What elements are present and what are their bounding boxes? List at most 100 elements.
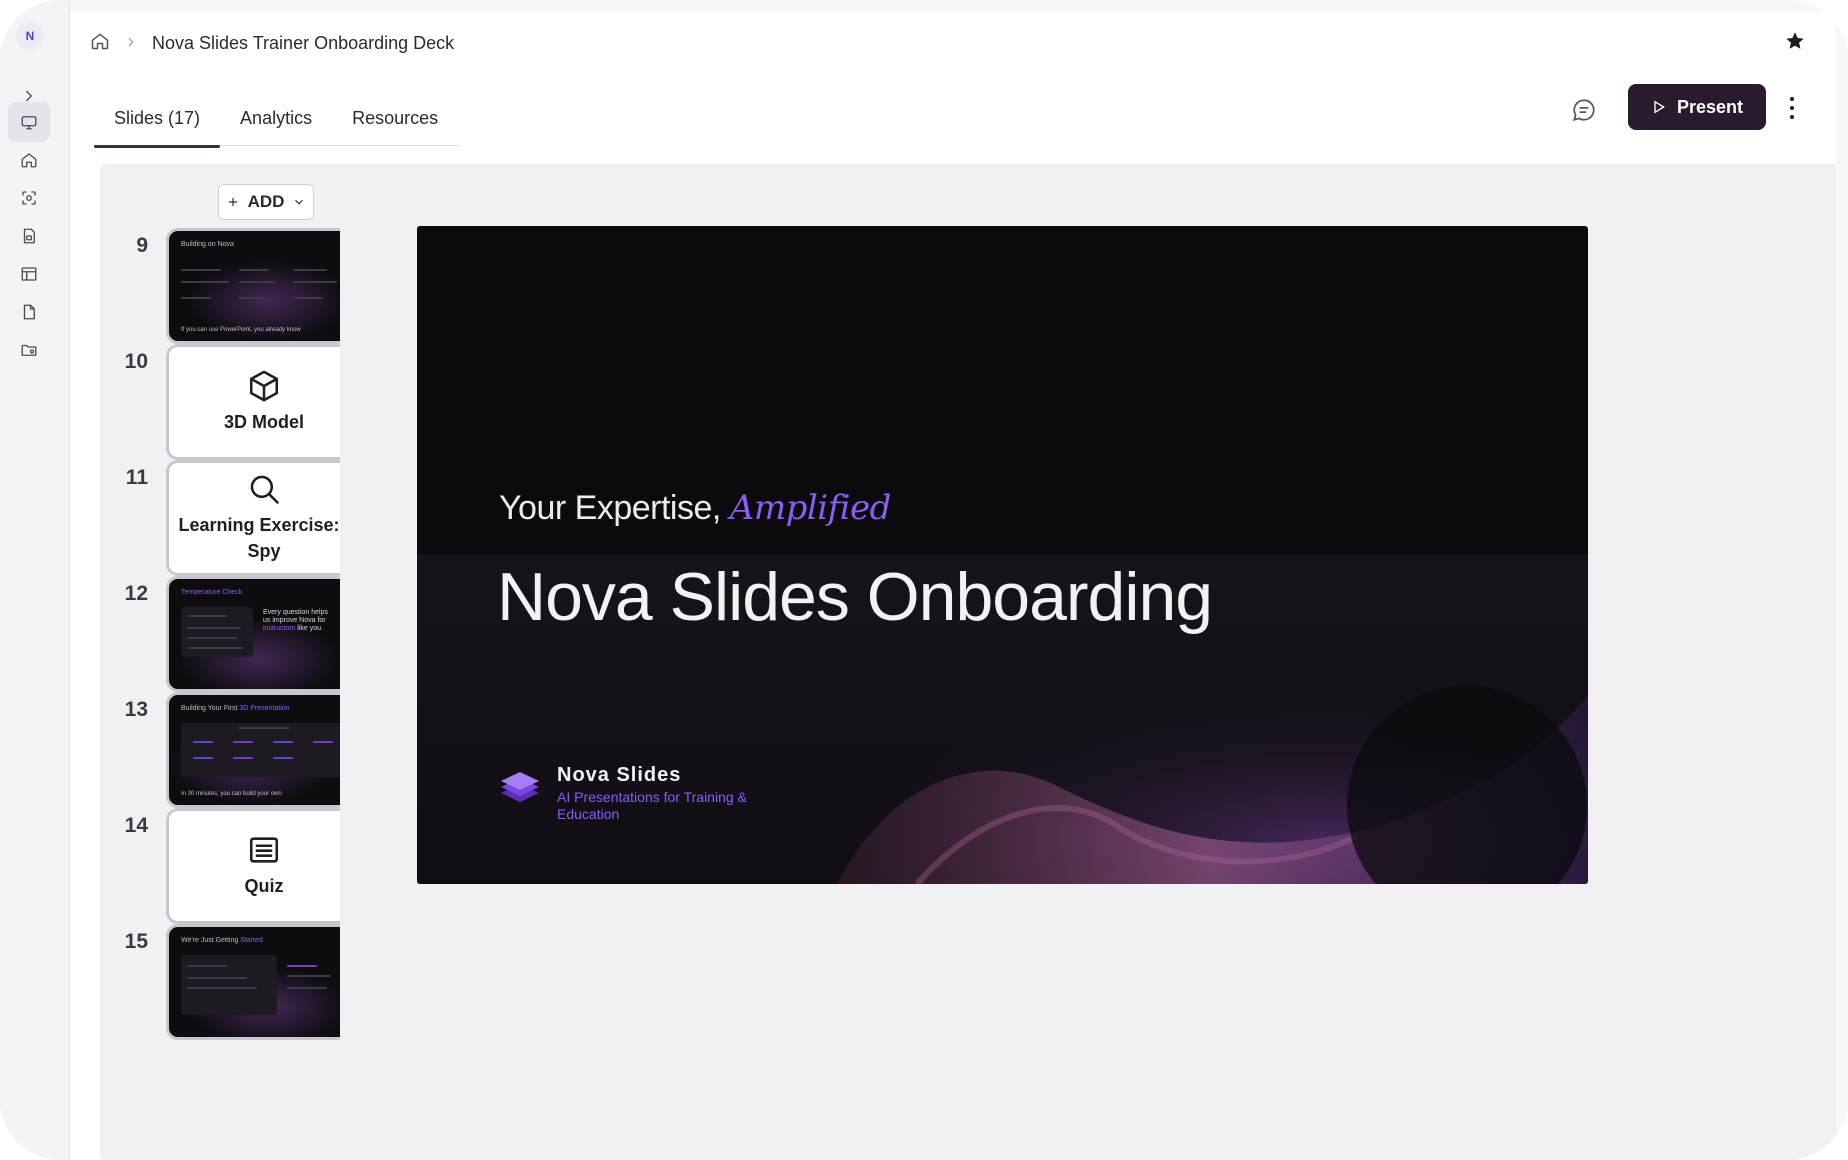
- slide-thumbnail[interactable]: Temperature Check Every question helps u…: [166, 576, 340, 692]
- slide-thumbnail-row: 12 Temperature Check Every question help…: [100, 576, 340, 694]
- thumbnail-line: [193, 741, 213, 743]
- tab-slides[interactable]: Slides (17): [94, 90, 221, 148]
- rail-item-folder-settings[interactable]: [8, 330, 50, 370]
- thumbnail-title-text: We're Just Getting: [181, 937, 239, 944]
- thumbnail-line: [273, 757, 293, 759]
- thumbnail-line: [233, 741, 253, 743]
- thumbnail-line: [239, 727, 289, 729]
- rail-item-slides[interactable]: [8, 102, 50, 142]
- plus-icon: [228, 197, 237, 207]
- thumbnail-label: 3D Model: [223, 411, 304, 432]
- slide-number: 10: [124, 350, 148, 373]
- dot: [1790, 106, 1794, 110]
- slide-thumbnail-row: 11 Learning Exercise: I Spy: [100, 460, 340, 578]
- star-icon: [1786, 32, 1804, 49]
- thumbnail-line: [293, 281, 337, 283]
- brand-tagline: AI Presentations for Training & Educatio…: [557, 789, 747, 822]
- tab-resources[interactable]: Resources: [332, 90, 458, 146]
- thumbnail-line: [181, 269, 221, 271]
- slide-number: 15: [124, 930, 148, 953]
- thumbnail-label: Learning Exercise: I Spy: [178, 514, 340, 561]
- slide-number: 9: [136, 234, 148, 257]
- editor-area: ADD 9 Building on Nova If you can use Po…: [100, 164, 1836, 1160]
- thumbnail-line: [187, 965, 227, 967]
- callout-accent: instructors: [263, 625, 296, 633]
- play-icon: [1654, 100, 1665, 114]
- brand-text: Nova Slides AI Presentations for Trainin…: [557, 764, 747, 823]
- comments-button[interactable]: [1566, 92, 1602, 128]
- callout-text: Every question helps us improve Nova for: [263, 609, 328, 625]
- kicker-accent: Amplified: [729, 488, 892, 528]
- chevron-down-icon: [295, 199, 304, 205]
- slide-thumbnail[interactable]: Quiz: [166, 808, 340, 924]
- rail-item-layout[interactable]: [8, 254, 50, 294]
- thumbnail-title-text: Building Your First: [181, 705, 238, 712]
- main-panel: Nova Slides Trainer Onboarding Deck Slid…: [70, 12, 1836, 1160]
- favorite-button[interactable]: [1784, 30, 1808, 54]
- breadcrumb-home[interactable]: [90, 31, 110, 56]
- slide-thumbnail[interactable]: 3D Model: [166, 344, 340, 460]
- dot: [1790, 97, 1794, 101]
- thumbnail-label: Quiz: [244, 875, 284, 896]
- kicker-text: Your Expertise,: [499, 489, 721, 527]
- document-icon: [23, 304, 35, 320]
- app-logo[interactable]: N: [16, 22, 44, 50]
- thumbnail-line: [293, 297, 323, 299]
- add-label: ADD: [247, 192, 285, 211]
- slide-kicker: Your Expertise, Amplified: [499, 488, 891, 528]
- breadcrumb-title: Nova Slides Trainer Onboarding Deck: [152, 32, 455, 53]
- add-slide-button[interactable]: ADD: [218, 184, 314, 220]
- slide-thumbnail-row: 15 We're Just Getting Started: [100, 924, 340, 1042]
- slide-number: 12: [124, 582, 148, 605]
- thumbnail-title: We're Just Getting Started: [181, 937, 263, 944]
- slide-thumbnail-row: 10 3D Model: [100, 344, 340, 462]
- slide-number: 11: [125, 466, 148, 489]
- thumbnail-line: [239, 281, 275, 283]
- thumbnail-title: Building on Nova: [181, 241, 234, 248]
- slide-thumbnail-row: 9 Building on Nova If you can use PowerP…: [100, 228, 340, 346]
- home-icon: [91, 33, 109, 49]
- brand-name: Nova Slides: [557, 764, 682, 786]
- thumbnail-panel: [181, 723, 340, 777]
- slide-thumbnail[interactable]: Learning Exercise: I Spy: [166, 460, 340, 576]
- view-tabs: Slides (17) Analytics Resources: [94, 90, 460, 148]
- rail-item-media[interactable]: [8, 216, 50, 256]
- thumbnail-title-accent: 3D Presentation: [239, 705, 290, 712]
- cube-icon: [249, 370, 279, 402]
- thumbnail-line: [187, 647, 243, 649]
- brand-block: Nova Slides AI Presentations for Trainin…: [497, 764, 747, 823]
- thumbnail-footer: In 30 minutes, you can build your own: [181, 791, 282, 797]
- rail-item-scan[interactable]: [8, 178, 50, 218]
- slide-thumbnail[interactable]: Building on Nova If you can use PowerPoi…: [166, 228, 340, 344]
- slide-number: 13: [124, 698, 148, 721]
- comment-icon: [1573, 99, 1595, 121]
- thumbnail-line: [313, 741, 333, 743]
- thumbnail-line: [239, 297, 265, 299]
- thumbnail-line: [187, 637, 237, 639]
- callout-tail: like you.: [297, 625, 323, 633]
- thumbnail-line: [187, 987, 257, 989]
- slide-thumbnail[interactable]: We're Just Getting Started: [166, 924, 340, 1040]
- list-icon: [249, 837, 279, 863]
- thumbnail-line: [187, 615, 227, 617]
- thumbnail-line: [293, 269, 327, 271]
- rail-item-home[interactable]: [8, 140, 50, 180]
- slide-thumbnail[interactable]: Building Your First 3D Presentation In 3…: [166, 692, 340, 808]
- home-icon: [21, 153, 37, 168]
- rail-item-documents[interactable]: [8, 292, 50, 332]
- dot: [1790, 115, 1794, 119]
- present-button[interactable]: Present: [1628, 84, 1766, 130]
- slide-canvas[interactable]: Your Expertise, Amplified Nova Slides On…: [417, 226, 1588, 884]
- app-window: N Nova Slides Trainer Onboarding Deck Sl…: [0, 0, 1848, 1160]
- search-icon: [250, 475, 279, 504]
- left-rail: N: [0, 0, 70, 1160]
- slide-thumbnail-row: 14 Quiz: [100, 808, 340, 926]
- chevron-right-icon: [128, 37, 134, 46]
- scan-icon: [22, 191, 36, 205]
- layout-icon: [21, 267, 37, 281]
- thumbnail-title-accent: Started: [240, 937, 263, 944]
- tab-analytics[interactable]: Analytics: [220, 90, 332, 146]
- thumbnail-line: [193, 757, 213, 759]
- more-options-button[interactable]: [1782, 88, 1802, 128]
- folder-settings-icon: [21, 344, 37, 356]
